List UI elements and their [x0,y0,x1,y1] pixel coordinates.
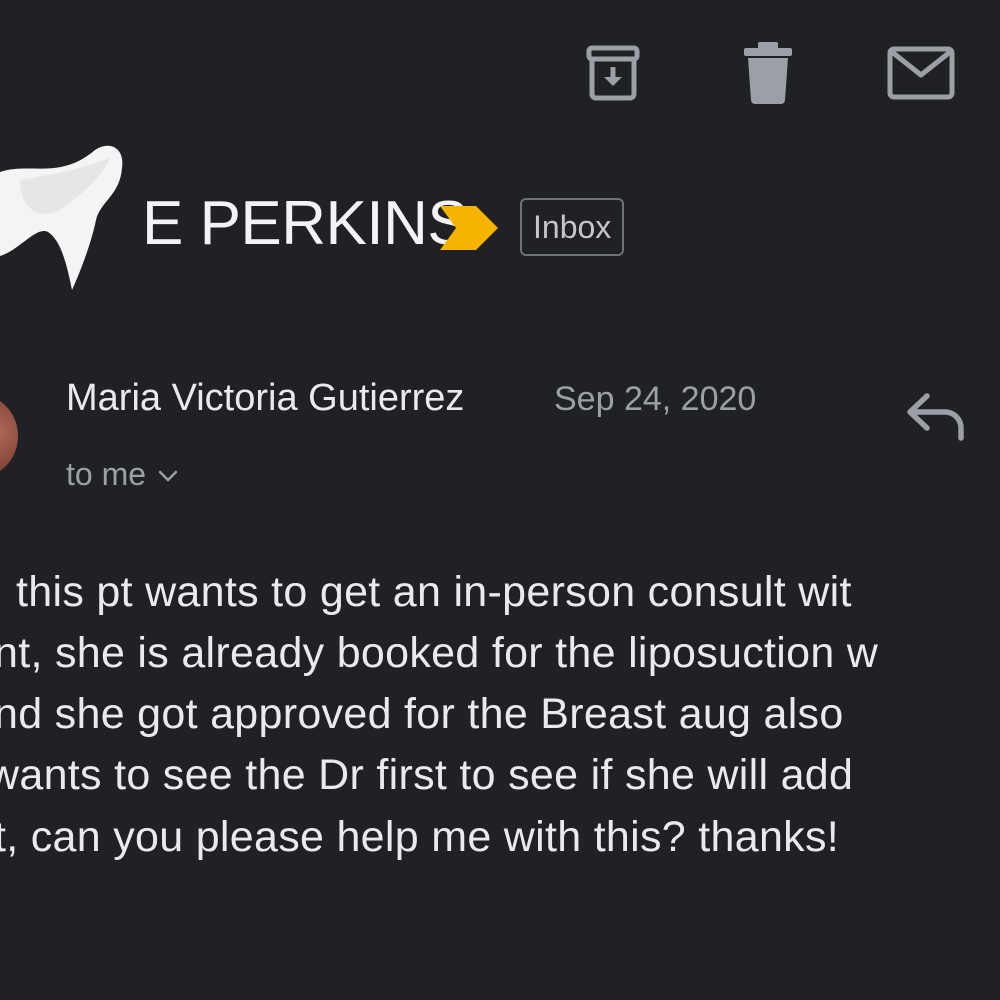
email-body-line: nd she got approved for the Breast aug a… [0,690,844,738]
trash-icon [744,42,792,104]
importance-marker-icon[interactable] [440,206,498,250]
delete-button[interactable] [733,38,803,108]
archive-button[interactable] [578,38,648,108]
archive-icon [586,45,640,101]
email-body-line: t, can you please help me with this? tha… [0,813,840,861]
email-body-line: nt, she is already booked for the liposu… [0,629,879,677]
mail-icon [887,46,955,100]
avatar [0,395,18,477]
email-view: E PERKINS Inbox Maria Victoria Gutierrez… [0,0,1000,1000]
recipient-details-toggle[interactable]: to me [66,454,178,494]
email-subject: E PERKINS [142,189,469,258]
reply-icon [907,393,964,441]
inbox-label-badge[interactable]: Inbox [520,198,625,256]
sender-name: Maria Victoria Gutierrez [66,377,465,419]
mark-unread-button[interactable] [886,38,956,108]
chevron-down-icon [158,470,178,482]
email-body-line: this pt wants to get an in-person consul… [16,568,852,616]
email-body-line: wants to see the Dr first to see if she … [0,751,854,799]
redaction-mark [0,145,123,290]
reply-button[interactable] [898,385,974,449]
recipient-label: to me [66,456,147,492]
sent-date: Sep 24, 2020 [554,380,757,418]
